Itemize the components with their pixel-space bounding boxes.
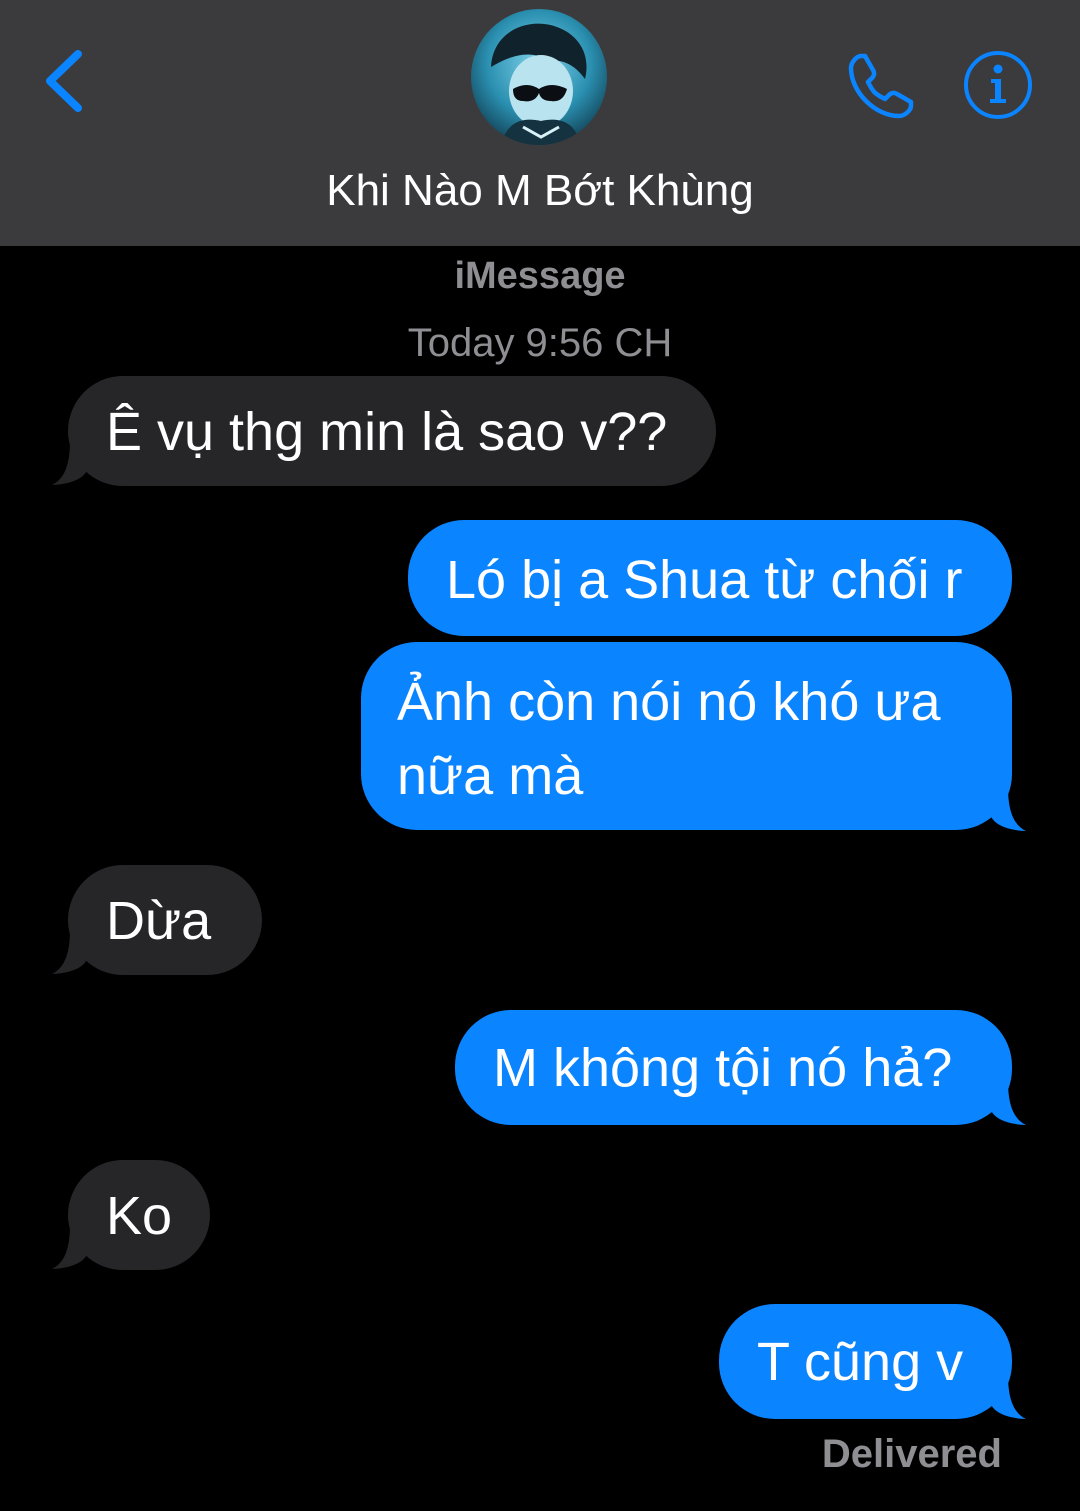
avatar-image: [471, 9, 607, 145]
thread-timestamp: Today 9:56 CH: [407, 321, 673, 365]
message-text: M không tội nó hả?: [493, 1038, 953, 1098]
message-bubble-outgoing[interactable]: T cũng v: [719, 1304, 1012, 1419]
message-text: Ló bị a Shua từ chối r: [446, 550, 963, 610]
message-bubble-outgoing[interactable]: Ló bị a Shua từ chối r: [408, 520, 1012, 636]
message-text-line: Ảnh còn nói nó khó ưa: [397, 672, 941, 732]
info-button[interactable]: [962, 49, 1034, 121]
message-bubble-incoming[interactable]: Dừa: [68, 865, 262, 975]
conversation-header: Khi Nào M Bớt Khùng: [0, 0, 1080, 246]
delivery-status: Delivered: [821, 1432, 1002, 1476]
message-text: Ê vụ thg min là sao v??: [106, 402, 668, 462]
message-text: T cũng v: [757, 1332, 964, 1392]
message-text: Dừa: [106, 891, 212, 951]
contact-avatar[interactable]: [471, 9, 607, 145]
message-bubble-outgoing[interactable]: Ảnh còn nói nó khó ưa nữa mà: [361, 642, 1012, 830]
phone-icon: [848, 53, 914, 119]
message-bubble-incoming[interactable]: Ê vụ thg min là sao v??: [68, 376, 716, 486]
info-icon: [964, 51, 1032, 119]
service-label: iMessage: [454, 255, 626, 297]
contact-name[interactable]: Khi Nào M Bớt Khùng: [0, 162, 1080, 220]
message-text: Ko: [106, 1186, 173, 1246]
message-text-line: nữa mà: [397, 746, 584, 806]
message-bubble-incoming[interactable]: Ko: [68, 1160, 210, 1270]
messages-screen: Khi Nào M Bớt Khùng iMessage Today 9:56 …: [0, 0, 1080, 1511]
call-button[interactable]: [843, 48, 919, 124]
chevron-left-icon: [46, 50, 82, 112]
message-bubble-outgoing[interactable]: M không tội nó hả?: [455, 1010, 1012, 1125]
back-button[interactable]: [38, 46, 92, 116]
